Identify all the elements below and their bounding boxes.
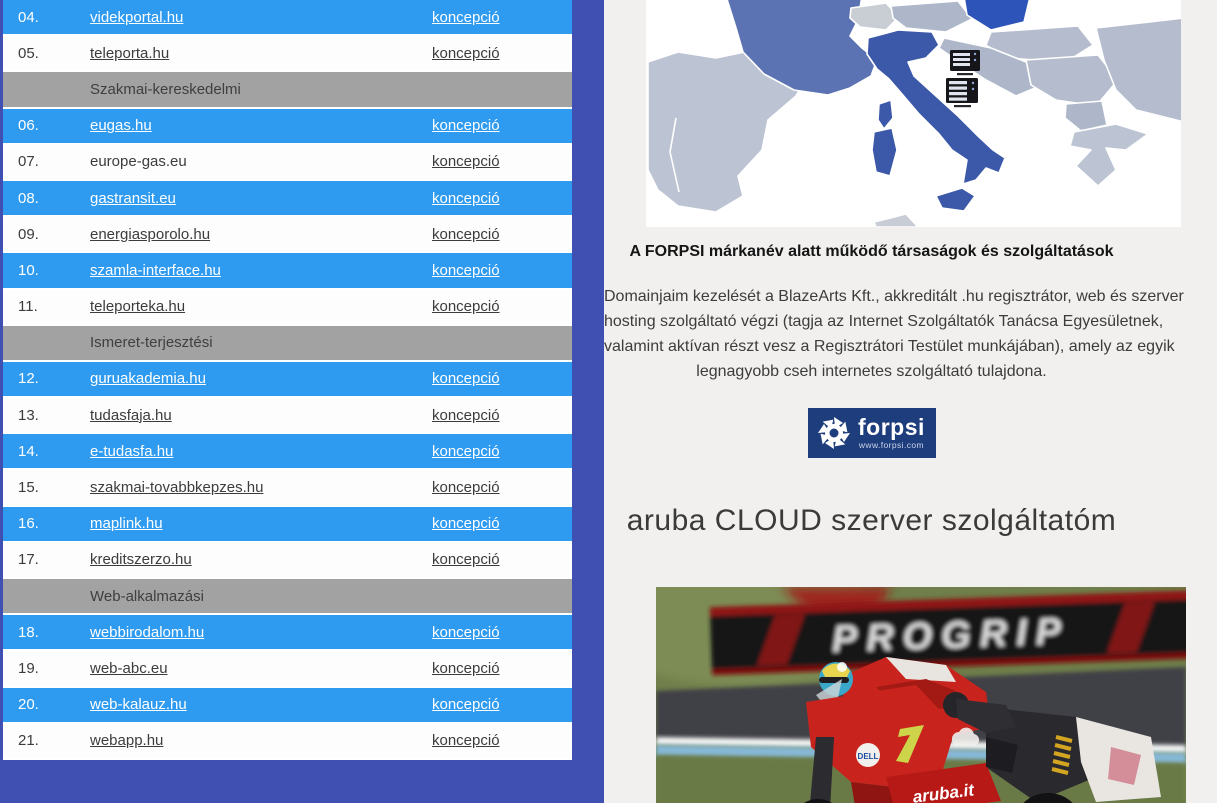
row-number: 06. xyxy=(18,117,90,134)
domain-link[interactable]: webapp.hu xyxy=(90,732,163,749)
row-number: 12. xyxy=(18,370,90,387)
row-number: 20. xyxy=(18,696,90,713)
domain-link[interactable]: videkportal.hu xyxy=(90,9,183,26)
koncepcio-link[interactable]: koncepció xyxy=(432,117,500,134)
domain-link[interactable]: gastransit.eu xyxy=(90,190,176,207)
row-number: 19. xyxy=(18,660,90,677)
koncepcio-link[interactable]: koncepció xyxy=(432,732,500,749)
table-row: 05. teleporta.hu koncepció xyxy=(3,36,572,72)
koncepcio-link[interactable]: koncepció xyxy=(432,443,500,460)
row-number: 21. xyxy=(18,732,90,749)
domain-link[interactable]: guruakademia.hu xyxy=(90,370,206,387)
koncepcio-link[interactable]: koncepció xyxy=(432,624,500,641)
koncepcio-link[interactable]: koncepció xyxy=(432,226,500,243)
domain-link[interactable]: teleporta.hu xyxy=(90,45,169,62)
row-number: 08. xyxy=(18,190,90,207)
domain-link[interactable]: web-kalauz.hu xyxy=(90,696,187,713)
domain-link[interactable]: maplink.hu xyxy=(90,515,163,532)
row-number: 17. xyxy=(18,551,90,568)
section-label: Web-alkalmazási xyxy=(90,588,204,605)
table-row: 20. web-kalauz.hu koncepció xyxy=(3,688,572,724)
koncepcio-link[interactable]: koncepció xyxy=(432,45,500,62)
table-row: 17. kreditszerzo.hu koncepció xyxy=(3,543,572,579)
europe-map-image xyxy=(646,0,1181,227)
koncepcio-link[interactable]: koncepció xyxy=(432,370,500,387)
koncepcio-link[interactable]: koncepció xyxy=(432,515,500,532)
page: { "colors": { "accentBand": "#3f4fb2", "… xyxy=(0,0,1217,803)
motorcycle-photo-svg: PROGRIP xyxy=(656,587,1186,803)
forpsi-section-heading: A FORPSI márkanév alatt működő társaságo… xyxy=(604,243,1139,261)
table-section-header: Web-alkalmazási xyxy=(3,579,572,615)
table-row: 10. szamla-interface.hu koncepció xyxy=(3,253,572,289)
table-row: 15. szakmai-tovabbkepzes.hu koncepció xyxy=(3,470,572,506)
table-row: 18. webbirodalom.hu koncepció xyxy=(3,615,572,651)
row-number: 13. xyxy=(18,407,90,424)
server-rack-icon xyxy=(946,78,978,107)
koncepcio-link[interactable]: koncepció xyxy=(432,696,500,713)
content-panel: A FORPSI márkanév alatt működő társaságo… xyxy=(604,0,1217,803)
koncepcio-link[interactable]: koncepció xyxy=(432,551,500,568)
domain-link[interactable]: energiasporolo.hu xyxy=(90,226,210,243)
forpsi-pinwheel-icon xyxy=(817,416,851,450)
motorcycle-photo: PROGRIP xyxy=(656,587,1186,803)
paragraph-line: valamint aktívan részt vesz a Regisztrát… xyxy=(604,334,1139,359)
domain-link[interactable]: kreditszerzo.hu xyxy=(90,551,192,568)
row-number: 04. xyxy=(18,9,90,26)
table-row: 09. energiasporolo.hu koncepció xyxy=(3,217,572,253)
table-row: 08. gastransit.eu koncepció xyxy=(3,181,572,217)
domain-table: 04. videkportal.hu koncepció 05. telepor… xyxy=(3,0,572,760)
paragraph-line: hosting szolgáltató végzi (tagja az Inte… xyxy=(604,309,1139,334)
row-number: 18. xyxy=(18,624,90,641)
table-row: 12. guruakademia.hu koncepció xyxy=(3,362,572,398)
koncepcio-link[interactable]: koncepció xyxy=(432,407,500,424)
domain-link[interactable]: szamla-interface.hu xyxy=(90,262,221,279)
koncepcio-link[interactable]: koncepció xyxy=(432,262,500,279)
aruba-heading: aruba CLOUD szerver szolgáltatóm xyxy=(604,504,1139,538)
domain-link[interactable]: webbirodalom.hu xyxy=(90,624,204,641)
domain-link[interactable]: teleporteka.hu xyxy=(90,298,185,315)
banner-text: PROGRIP xyxy=(831,611,1071,661)
koncepcio-link[interactable]: koncepció xyxy=(432,479,500,496)
table-row: 04. videkportal.hu koncepció xyxy=(3,0,572,36)
europe-map-svg xyxy=(646,0,1181,227)
koncepcio-link[interactable]: koncepció xyxy=(432,153,500,170)
domain-link[interactable]: e-tudasfa.hu xyxy=(90,443,173,460)
domain-link[interactable]: tudasfaja.hu xyxy=(90,407,172,424)
svg-text:DELL: DELL xyxy=(858,752,879,761)
table-row: 11. teleporteka.hu koncepció xyxy=(3,290,572,326)
koncepcio-link[interactable]: koncepció xyxy=(432,660,500,677)
row-number: 16. xyxy=(18,515,90,532)
domain-text: europe-gas.eu xyxy=(90,153,187,170)
forpsi-paragraph: Domainjaim kezelését a BlazeArts Kft., a… xyxy=(604,284,1139,384)
forpsi-logo-text: forpsi xyxy=(858,416,925,439)
table-row: 06. eugas.hu koncepció xyxy=(3,109,572,145)
forpsi-logo[interactable]: forpsi www.forpsi.com xyxy=(808,408,936,458)
row-number: 11. xyxy=(18,298,90,315)
row-number: 14. xyxy=(18,443,90,460)
section-label: Ismeret-terjesztési xyxy=(90,334,213,351)
paragraph-line: Domainjaim kezelését a BlazeArts Kft., a… xyxy=(604,284,1139,309)
table-section-header: Ismeret-terjesztési xyxy=(3,326,572,362)
row-number: 07. xyxy=(18,153,90,170)
table-section-header: Szakmai-kereskedelmi xyxy=(3,72,572,108)
paragraph-line: legnagyobb cseh internetes szolgáltató t… xyxy=(604,359,1139,384)
koncepcio-link[interactable]: koncepció xyxy=(432,190,500,207)
table-row: 14. e-tudasfa.hu koncepció xyxy=(3,434,572,470)
row-number: 15. xyxy=(18,479,90,496)
koncepcio-link[interactable]: koncepció xyxy=(432,298,500,315)
domain-link[interactable]: web-abc.eu xyxy=(90,660,168,677)
row-number: 09. xyxy=(18,226,90,243)
row-number: 10. xyxy=(18,262,90,279)
domain-link[interactable]: eugas.hu xyxy=(90,117,152,134)
table-row: 21. webapp.hu koncepció xyxy=(3,724,572,760)
table-row: 07. europe-gas.eu koncepció xyxy=(3,145,572,181)
table-row: 16. maplink.hu koncepció xyxy=(3,507,572,543)
table-row: 13. tudasfaja.hu koncepció xyxy=(3,398,572,434)
table-row: 19. web-abc.eu koncepció xyxy=(3,651,572,687)
domain-link[interactable]: szakmai-tovabbkepzes.hu xyxy=(90,479,263,496)
row-number: 05. xyxy=(18,45,90,62)
koncepcio-link[interactable]: koncepció xyxy=(432,9,500,26)
forpsi-logo-url: www.forpsi.com xyxy=(859,440,924,450)
section-label: Szakmai-kereskedelmi xyxy=(90,81,241,98)
